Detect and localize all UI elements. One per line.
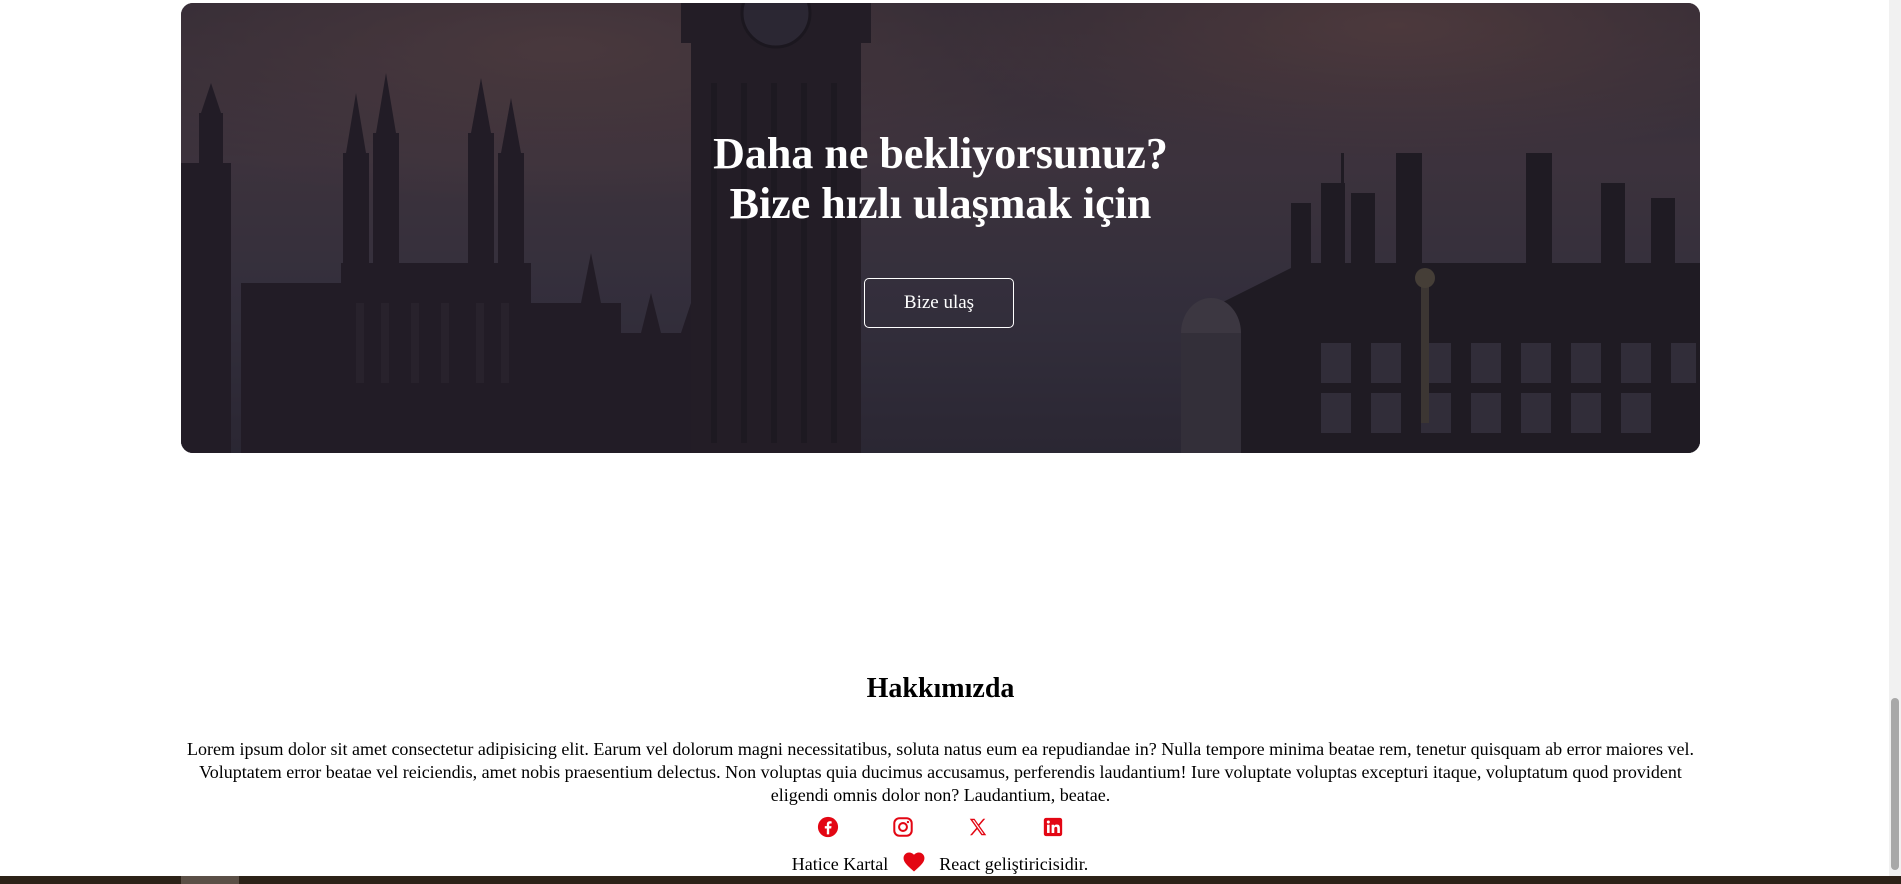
about-text: Lorem ipsum dolor sit amet consectetur a… (186, 739, 1695, 805)
footer-credit: Hatice Kartal React geliştiricisidir. (0, 852, 1880, 878)
heart-icon (903, 852, 925, 878)
page-scrollbar[interactable] (1889, 0, 1901, 876)
banner-title-line-2: Bize hızlı ulaşmak için (729, 179, 1152, 228)
about-section: Hakkımızda Lorem ipsum dolor sit amet co… (181, 660, 1700, 807)
linkedin-icon[interactable] (1042, 816, 1064, 838)
contact-banner: Daha ne bekliyorsunuz? Bize hızlı ulaşma… (181, 3, 1700, 453)
scrollbar-thumb[interactable] (1891, 698, 1899, 870)
bottom-strip (0, 876, 1901, 884)
banner-title-line-1: Daha ne bekliyorsunuz? (713, 129, 1168, 178)
banner-title: Daha ne bekliyorsunuz? Bize hızlı ulaşma… (181, 129, 1700, 229)
social-links (0, 816, 1880, 838)
credit-suffix: React geliştiricisidir. (939, 854, 1089, 874)
instagram-icon[interactable] (892, 816, 914, 838)
contact-us-button[interactable]: Bize ulaş (864, 278, 1014, 328)
author-name: Hatice Kartal (791, 854, 889, 874)
bottom-strip-tab (181, 876, 239, 884)
facebook-icon[interactable] (817, 816, 839, 838)
page: Daha ne bekliyorsunuz? Bize hızlı ulaşma… (0, 0, 1901, 884)
x-icon[interactable] (967, 816, 989, 838)
about-title: Hakkımızda (866, 673, 1015, 704)
